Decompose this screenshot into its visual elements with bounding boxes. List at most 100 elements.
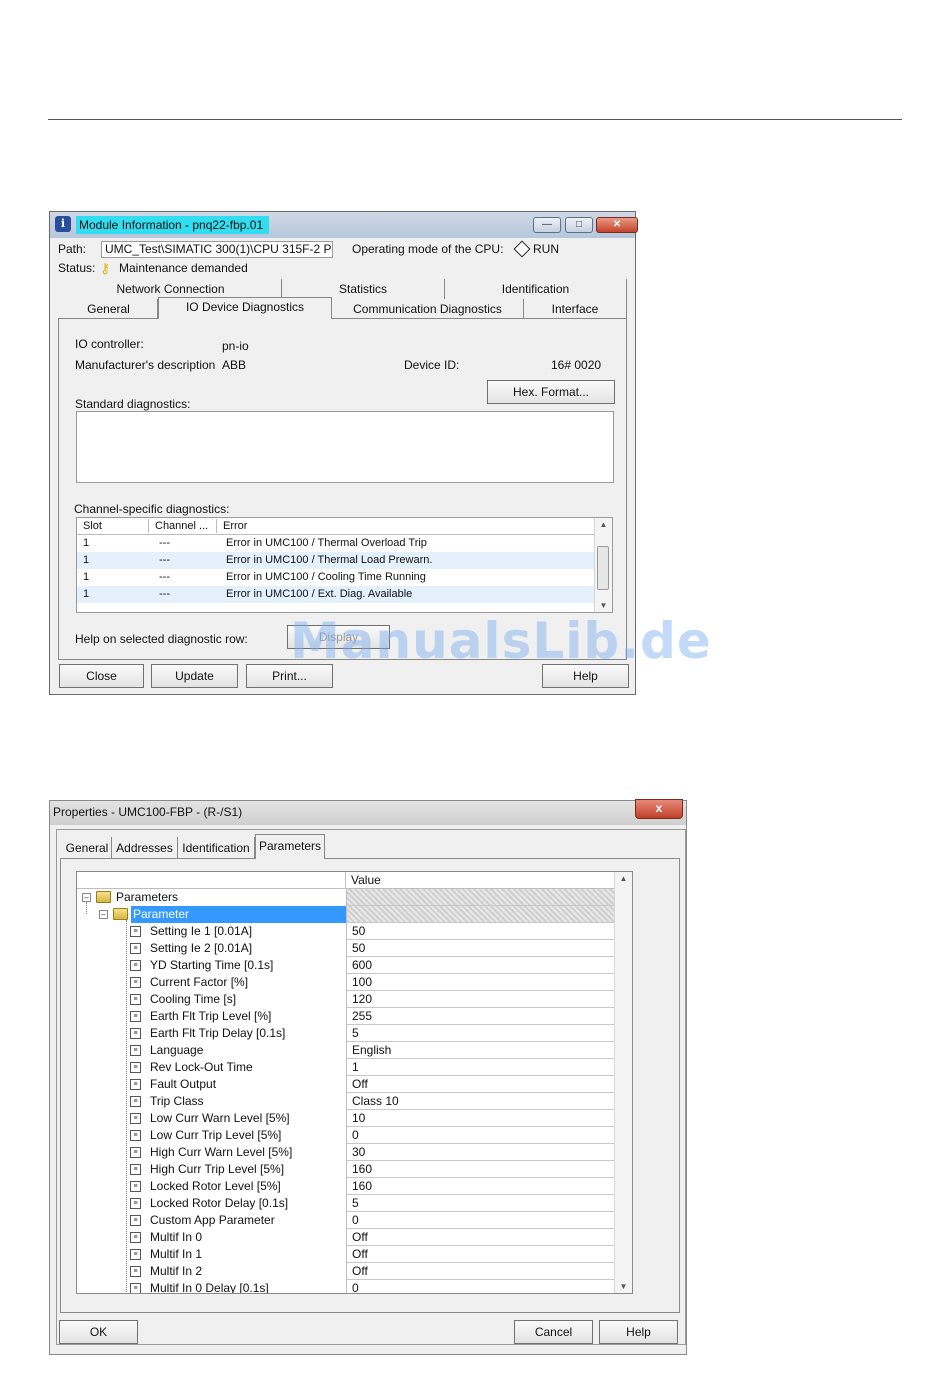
- parameter-value[interactable]: 5: [346, 1025, 614, 1042]
- parameter-value[interactable]: 1: [346, 1059, 614, 1076]
- column-value[interactable]: Value: [351, 873, 381, 887]
- column-channel[interactable]: Channel ...: [149, 519, 217, 533]
- tree-row-parameter[interactable]: ≡ Low Curr Trip Level [5%] 0: [77, 1127, 615, 1144]
- tab-communication-diagnostics[interactable]: Communication Diagnostics: [332, 299, 524, 319]
- tree-scrollbar[interactable]: ▲ ▼: [614, 872, 632, 1293]
- close-button[interactable]: Close: [59, 664, 144, 688]
- scroll-down-arrow-icon[interactable]: ▼: [615, 1282, 632, 1291]
- help-row-label: Help on selected diagnostic row:: [75, 632, 248, 646]
- tree-row-parameter[interactable]: ≡ Locked Rotor Delay [0.1s] 5: [77, 1195, 615, 1212]
- parameter-value[interactable]: 160: [346, 1178, 614, 1195]
- parameter-value[interactable]: Off: [346, 1246, 614, 1263]
- path-field[interactable]: UMC_Test\SIMATIC 300(1)\CPU 315F-2 PN: [101, 241, 333, 258]
- parameter-value[interactable]: 50: [346, 940, 614, 957]
- tree-row-parameter[interactable]: ≡ Earth Flt Trip Level [%] 255: [77, 1008, 615, 1025]
- tree-row-parameter[interactable]: ≡ Setting Ie 1 [0.01A] 50: [77, 923, 615, 940]
- tree-row-parameter[interactable]: ≡ Locked Rotor Level [5%] 160: [77, 1178, 615, 1195]
- parameter-icon: ≡: [130, 994, 141, 1005]
- tree-row-parameter[interactable]: ≡ Setting Ie 2 [0.01A] 50: [77, 940, 615, 957]
- parameter-value[interactable]: 255: [346, 1008, 614, 1025]
- tree-row-group[interactable]: – Parameter: [77, 906, 615, 923]
- parameter-value[interactable]: 160: [346, 1161, 614, 1178]
- tab-general[interactable]: General: [63, 837, 112, 859]
- help-button[interactable]: Help: [599, 1320, 678, 1344]
- tree-row-parameter[interactable]: ≡ Trip Class Class 10: [77, 1093, 615, 1110]
- maximize-button[interactable]: □: [565, 217, 593, 233]
- channel-diagnostics-table[interactable]: Slot Channel ... Error 1 --- Error in UM…: [76, 517, 613, 613]
- hex-format-button[interactable]: Hex. Format...: [487, 380, 615, 404]
- parameter-value[interactable]: 50: [346, 923, 614, 940]
- parameter-tree[interactable]: Value – Parameters – Parameter ≡ Setting …: [76, 871, 633, 1294]
- update-button[interactable]: Update: [151, 664, 238, 688]
- parameter-value[interactable]: 0: [346, 1280, 614, 1293]
- tab-identification[interactable]: Identification: [445, 279, 627, 299]
- tree-row-parameter[interactable]: ≡ Language English: [77, 1042, 615, 1059]
- parameter-value[interactable]: Off: [346, 1076, 614, 1093]
- tree-row-parameter[interactable]: ≡ Custom App Parameter 0: [77, 1212, 615, 1229]
- parameter-value[interactable]: 30: [346, 1144, 614, 1161]
- row-error: Error in UMC100 / Ext. Diag. Available: [226, 588, 413, 600]
- tab-io-device-diagnostics[interactable]: IO Device Diagnostics: [158, 297, 332, 319]
- standard-diagnostics-box[interactable]: [76, 411, 614, 483]
- tree-row-parameter[interactable]: ≡ Cooling Time [s] 120: [77, 991, 615, 1008]
- parameter-name: Language: [150, 1043, 204, 1057]
- parameter-value[interactable]: Off: [346, 1263, 614, 1280]
- parameter-value[interactable]: 100: [346, 974, 614, 991]
- tab-interface[interactable]: Interface: [524, 299, 627, 319]
- tab-network-connection[interactable]: Network Connection: [60, 279, 282, 299]
- table-row[interactable]: 1 --- Error in UMC100 / Ext. Diag. Avail…: [77, 586, 595, 603]
- parameter-value[interactable]: 10: [346, 1110, 614, 1127]
- tab-parameters[interactable]: Parameters: [255, 834, 325, 859]
- tab-identification[interactable]: Identification: [178, 837, 255, 859]
- parameter-value[interactable]: English: [346, 1042, 614, 1059]
- tab-statistics[interactable]: Statistics: [282, 279, 445, 299]
- parameter-icon: ≡: [130, 1232, 141, 1243]
- table-row[interactable]: 1 --- Error in UMC100 / Thermal Load Pre…: [77, 552, 595, 569]
- column-name[interactable]: [77, 872, 346, 888]
- parameter-value[interactable]: 120: [346, 991, 614, 1008]
- parameter-value[interactable]: 0: [346, 1127, 614, 1144]
- parameter-name: High Curr Warn Level [5%]: [150, 1145, 293, 1159]
- tree-row-parameter[interactable]: ≡ Earth Flt Trip Delay [0.1s] 5: [77, 1025, 615, 1042]
- tree-row-parameter[interactable]: ≡ Multif In 0 Delay [0.1s] 0: [77, 1280, 615, 1294]
- tree-row-parameter[interactable]: ≡ Multif In 2 Off: [77, 1263, 615, 1280]
- device-id-value: 16# 0020: [551, 358, 602, 372]
- scroll-up-arrow-icon[interactable]: ▲: [595, 520, 612, 529]
- close-window-button[interactable]: x: [635, 799, 683, 819]
- scroll-up-arrow-icon[interactable]: ▲: [615, 874, 632, 883]
- tree-row-parameter[interactable]: ≡ Rev Lock-Out Time 1: [77, 1059, 615, 1076]
- tree-row-parameter[interactable]: ≡ Multif In 0 Off: [77, 1229, 615, 1246]
- parameter-value[interactable]: Off: [346, 1229, 614, 1246]
- scroll-down-arrow-icon[interactable]: ▼: [595, 601, 612, 610]
- column-error[interactable]: Error: [217, 519, 595, 533]
- column-slot[interactable]: Slot: [77, 519, 149, 533]
- parameter-value[interactable]: 5: [346, 1195, 614, 1212]
- minimize-button[interactable]: —: [533, 217, 561, 233]
- collapse-icon[interactable]: –: [82, 893, 91, 902]
- tree-row-parameter[interactable]: ≡ Multif In 1 Off: [77, 1246, 615, 1263]
- manufacturer-value: ABB: [222, 358, 247, 372]
- tree-row-parameter[interactable]: ≡ Current Factor [%] 100: [77, 974, 615, 991]
- parameter-name: Multif In 0 Delay [0.1s]: [150, 1281, 269, 1294]
- tree-row-root[interactable]: – Parameters: [77, 889, 615, 906]
- table-row[interactable]: 1 --- Error in UMC100 / Cooling Time Run…: [77, 569, 595, 586]
- parameter-value[interactable]: 600: [346, 957, 614, 974]
- parameter-value[interactable]: Class 10: [346, 1093, 614, 1110]
- close-window-button[interactable]: ✕: [596, 217, 638, 233]
- tree-row-parameter[interactable]: ≡ High Curr Trip Level [5%] 160: [77, 1161, 615, 1178]
- collapse-icon[interactable]: –: [99, 910, 108, 919]
- window-title: Module Information - pnq22-fbp.01: [76, 216, 270, 234]
- tree-row-parameter[interactable]: ≡ Low Curr Warn Level [5%] 10: [77, 1110, 615, 1127]
- ok-button[interactable]: OK: [59, 1320, 138, 1344]
- tree-row-parameter[interactable]: ≡ Fault Output Off: [77, 1076, 615, 1093]
- parameter-value[interactable]: 0: [346, 1212, 614, 1229]
- channel-table-scrollbar[interactable]: ▲ ▼: [594, 518, 612, 612]
- table-row[interactable]: 1 --- Error in UMC100 / Thermal Overload…: [77, 535, 595, 552]
- tree-row-parameter[interactable]: ≡ High Curr Warn Level [5%] 30: [77, 1144, 615, 1161]
- scroll-thumb[interactable]: [597, 546, 609, 590]
- tree-row-parameter[interactable]: ≡ YD Starting Time [0.1s] 600: [77, 957, 615, 974]
- tab-addresses[interactable]: Addresses: [112, 837, 178, 859]
- tab-general[interactable]: General: [60, 299, 158, 319]
- cancel-button[interactable]: Cancel: [514, 1320, 593, 1344]
- parameter-icon: ≡: [130, 1079, 141, 1090]
